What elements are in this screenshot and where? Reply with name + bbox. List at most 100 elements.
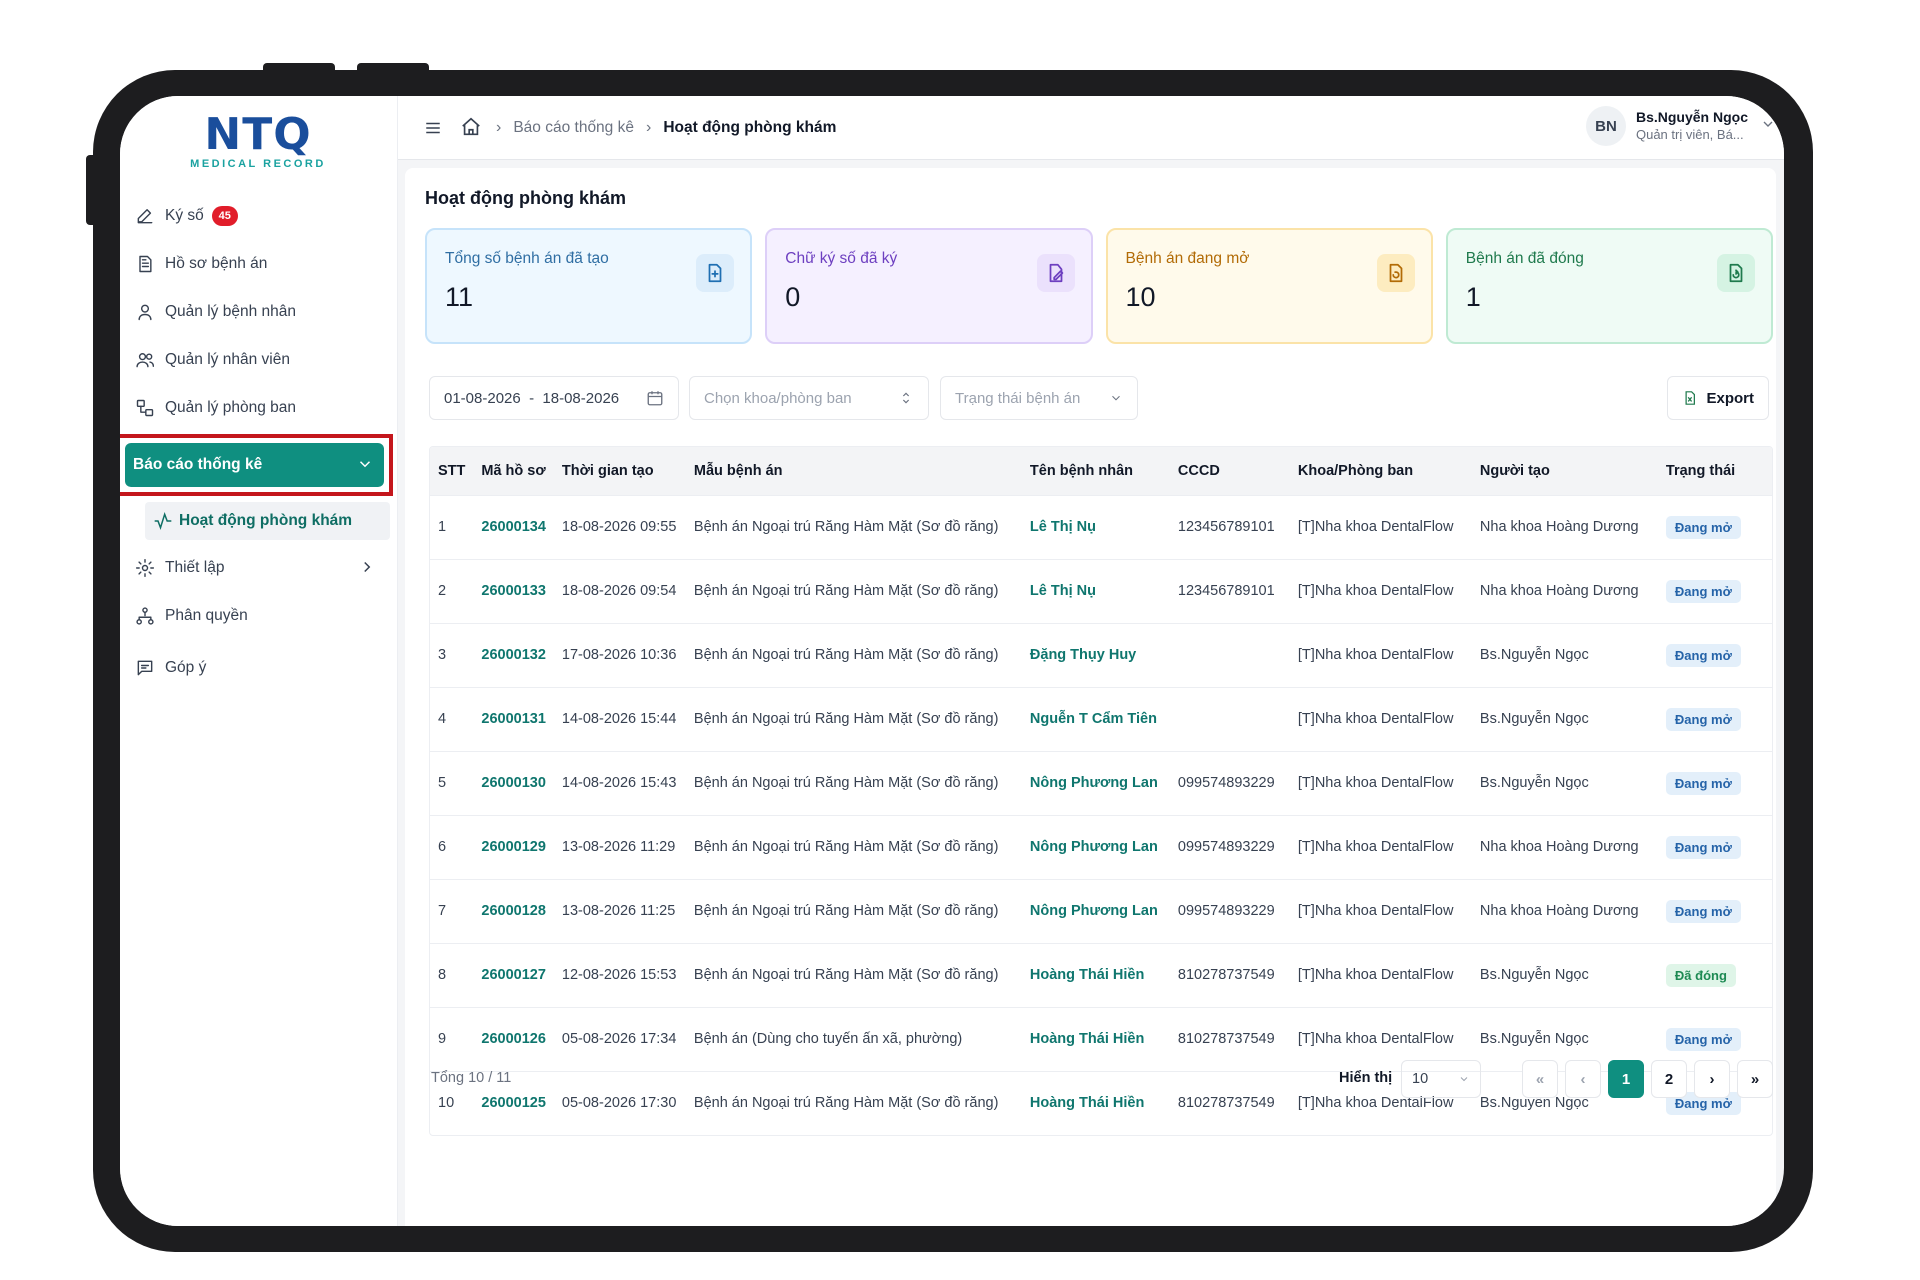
notification-badge: 45 [211, 206, 238, 226]
patient-name[interactable]: Lê Thị Nụ [1022, 559, 1170, 623]
sidebar-item-phan-quyen[interactable]: Phân quyền [120, 592, 398, 640]
citizen-id: 123456789101 [1177, 583, 1275, 599]
sidebar-item-label: Quản lý nhân viên [165, 351, 290, 368]
table-row[interactable]: 7 26000128 13-08-2026 11:25 Bệnh án Ngoại t… [430, 879, 1772, 943]
records-table: STT Mã hồ sơ Thời gian tạo Mẫu bệnh án T… [429, 446, 1773, 1136]
patient-name[interactable]: Đặng Thụy Huy [1022, 623, 1170, 687]
record-template: Bệnh án Ngoại trú Răng Hàm Mặt (Sơ đồ ră… [693, 647, 999, 663]
record-code[interactable]: 26000131 [473, 687, 554, 751]
user-menu[interactable]: BN Bs.Nguyễn Ngọc Quản trị viên, Bá... [1585, 106, 1776, 146]
breadcrumb-separator: › [496, 118, 502, 136]
sidebar-item-ky-so[interactable]: Ký số 45 [120, 192, 398, 240]
patient-name[interactable]: Nông Phương Lan [1022, 751, 1170, 815]
date-range-picker[interactable]: 01-08-2026 - 18-08-2026 [429, 376, 679, 420]
status-badge: Đang mở [1665, 515, 1741, 539]
stat-value: 11 [445, 282, 474, 312]
department: [T]Nha khoa DentalFlow [1297, 583, 1454, 599]
record-code[interactable]: 26000130 [473, 751, 554, 815]
logo[interactable]: NTQ MEDICAL RECORD [188, 110, 328, 171]
row-index: 8 [438, 967, 447, 983]
table-row[interactable]: 5 26000130 14-08-2026 15:43 Bệnh án Ngoại t… [430, 751, 1772, 815]
activity-icon [154, 512, 172, 530]
department: [T]Nha khoa DentalFlow [1297, 519, 1454, 535]
hierarchy-icon [134, 605, 156, 627]
column-header: Thời gian tạo [561, 462, 654, 479]
table-row[interactable]: 8 26000127 12-08-2026 15:53 Bệnh án Ngoại t… [430, 943, 1772, 1007]
patient-name[interactable]: Nguễn T Cẩm Tiên [1022, 687, 1170, 751]
date-range-value: 01-08-2026 - 18-08-2026 [444, 389, 620, 407]
created-time: 18-08-2026 09:55 [561, 519, 677, 535]
table-row[interactable]: 2 26000133 18-08-2026 09:54 Bệnh án Ngoại t… [430, 559, 1772, 623]
export-button[interactable]: Export [1667, 376, 1769, 420]
prev-page-button[interactable]: ‹ [1565, 1060, 1601, 1098]
sidebar-subitem-hoat-dong-phong-kham[interactable]: Hoạt động phòng khám [145, 502, 390, 540]
table-row[interactable]: 3 26000132 17-08-2026 10:36 Bệnh án Ngoại t… [430, 623, 1772, 687]
record-template: Bệnh án Ngoại trú Răng Hàm Mặt (Sơ đồ ră… [693, 839, 999, 855]
record-code[interactable]: 26000129 [473, 815, 554, 879]
status-badge: Đang mở [1665, 579, 1741, 603]
next-page-button[interactable]: › [1694, 1060, 1730, 1098]
status-cell: Đang mở [1658, 623, 1772, 687]
stat-label: Chữ ký số đã ký [785, 250, 898, 267]
avatar: BN [1585, 106, 1626, 146]
page-size-select[interactable]: 10 [1401, 1060, 1481, 1098]
status-badge: Đang mở [1665, 835, 1741, 859]
record-code[interactable]: 26000128 [473, 879, 554, 943]
sidebar-item-quan-ly-phong-ban[interactable]: Quản lý phòng ban [120, 384, 398, 432]
main-content: Hoạt động phòng khám Tổng số bệnh án đã … [405, 168, 1776, 1226]
feedback-icon [134, 657, 156, 679]
table-row[interactable]: 4 26000131 14-08-2026 15:44 Bệnh án Ngoại t… [430, 687, 1772, 751]
sidebar-item-bao-cao-thong-ke[interactable]: Báo cáo thống kê [125, 443, 384, 491]
stat-label: Tổng số bệnh án đã tạo [445, 250, 609, 267]
record-template: Bệnh án Ngoại trú Răng Hàm Mặt (Sơ đồ ră… [693, 967, 999, 983]
patient-name[interactable]: Hoàng Thái Hiền [1022, 943, 1170, 1007]
record-code[interactable]: 26000132 [473, 623, 554, 687]
status-select[interactable]: Trạng thái bệnh án [940, 376, 1138, 420]
department: [T]Nha khoa DentalFlow [1297, 647, 1454, 663]
table-row[interactable]: 6 26000129 13-08-2026 11:29 Bệnh án Ngoại t… [430, 815, 1772, 879]
sidebar-item-label: Thiết lập [165, 559, 225, 576]
record-code[interactable]: 26000134 [473, 495, 554, 559]
page-size-value: 10 [1412, 1071, 1429, 1087]
home-icon[interactable] [460, 116, 484, 140]
column-header: Mã hồ sơ [481, 462, 546, 479]
created-time: 12-08-2026 15:53 [561, 967, 677, 983]
menu-icon[interactable] [422, 117, 444, 139]
created-time: 17-08-2026 10:36 [561, 647, 677, 663]
sidebar-item-ho-so-benh-an[interactable]: Hồ sơ bệnh án [120, 240, 398, 288]
record-code[interactable]: 26000133 [473, 559, 554, 623]
stat-value: 10 [1125, 282, 1156, 312]
file-sign-icon [1036, 254, 1075, 292]
users-icon [134, 349, 156, 371]
record-code[interactable]: 26000127 [473, 943, 554, 1007]
sidebar-item-label: Quản lý bệnh nhân [165, 303, 296, 320]
breadcrumb-parent[interactable]: Báo cáo thống kê [513, 119, 634, 137]
sidebar-item-quan-ly-benh-nhan[interactable]: Quản lý bệnh nhân [120, 288, 398, 336]
last-page-button[interactable]: » [1737, 1060, 1773, 1098]
chevron-down-icon [1760, 116, 1776, 137]
column-header: Người tạo [1479, 462, 1550, 479]
sidebar-item-quan-ly-nhan-vien[interactable]: Quản lý nhân viên [120, 336, 398, 384]
table-row[interactable]: 1 26000134 18-08-2026 09:55 Bệnh án Ngoại t… [430, 495, 1772, 559]
status-cell: Đang mở [1658, 559, 1772, 623]
created-time: 18-08-2026 09:54 [561, 583, 677, 599]
sidebar-item-gop-y[interactable]: Góp ý [120, 644, 398, 692]
table-footer: Tổng 10 / 11 Hiển thị 10 « ‹ 1 2 › » [429, 1060, 1773, 1100]
status-placeholder: Trạng thái bệnh án [955, 389, 1081, 407]
first-page-button[interactable]: « [1522, 1060, 1558, 1098]
sidebar-item-label: Quản lý phòng ban [165, 399, 296, 416]
creator: Bs.Nguyễn Ngọc [1479, 647, 1589, 663]
citizen-id: 099574893229 [1177, 775, 1275, 791]
patient-name[interactable]: Nông Phương Lan [1022, 815, 1170, 879]
patient-name[interactable]: Lê Thị Nụ [1022, 495, 1170, 559]
department-select[interactable]: Chọn khoa/phòng ban [689, 376, 929, 420]
created-time: 13-08-2026 11:25 [561, 903, 676, 919]
page-2-button[interactable]: 2 [1651, 1060, 1687, 1098]
patient-name[interactable]: Nông Phương Lan [1022, 879, 1170, 943]
sidebar-item-thiet-lap[interactable]: Thiết lập [120, 544, 398, 592]
page-1-button[interactable]: 1 [1608, 1060, 1644, 1098]
department: [T]Nha khoa DentalFlow [1297, 711, 1454, 727]
status-badge: Đang mở [1665, 707, 1741, 731]
sidebar-group-bao-cao: Báo cáo thống kê [120, 432, 398, 496]
screen: NTQ MEDICAL RECORD Ký số 45 Hồ sơ bệnh á… [120, 96, 1784, 1226]
